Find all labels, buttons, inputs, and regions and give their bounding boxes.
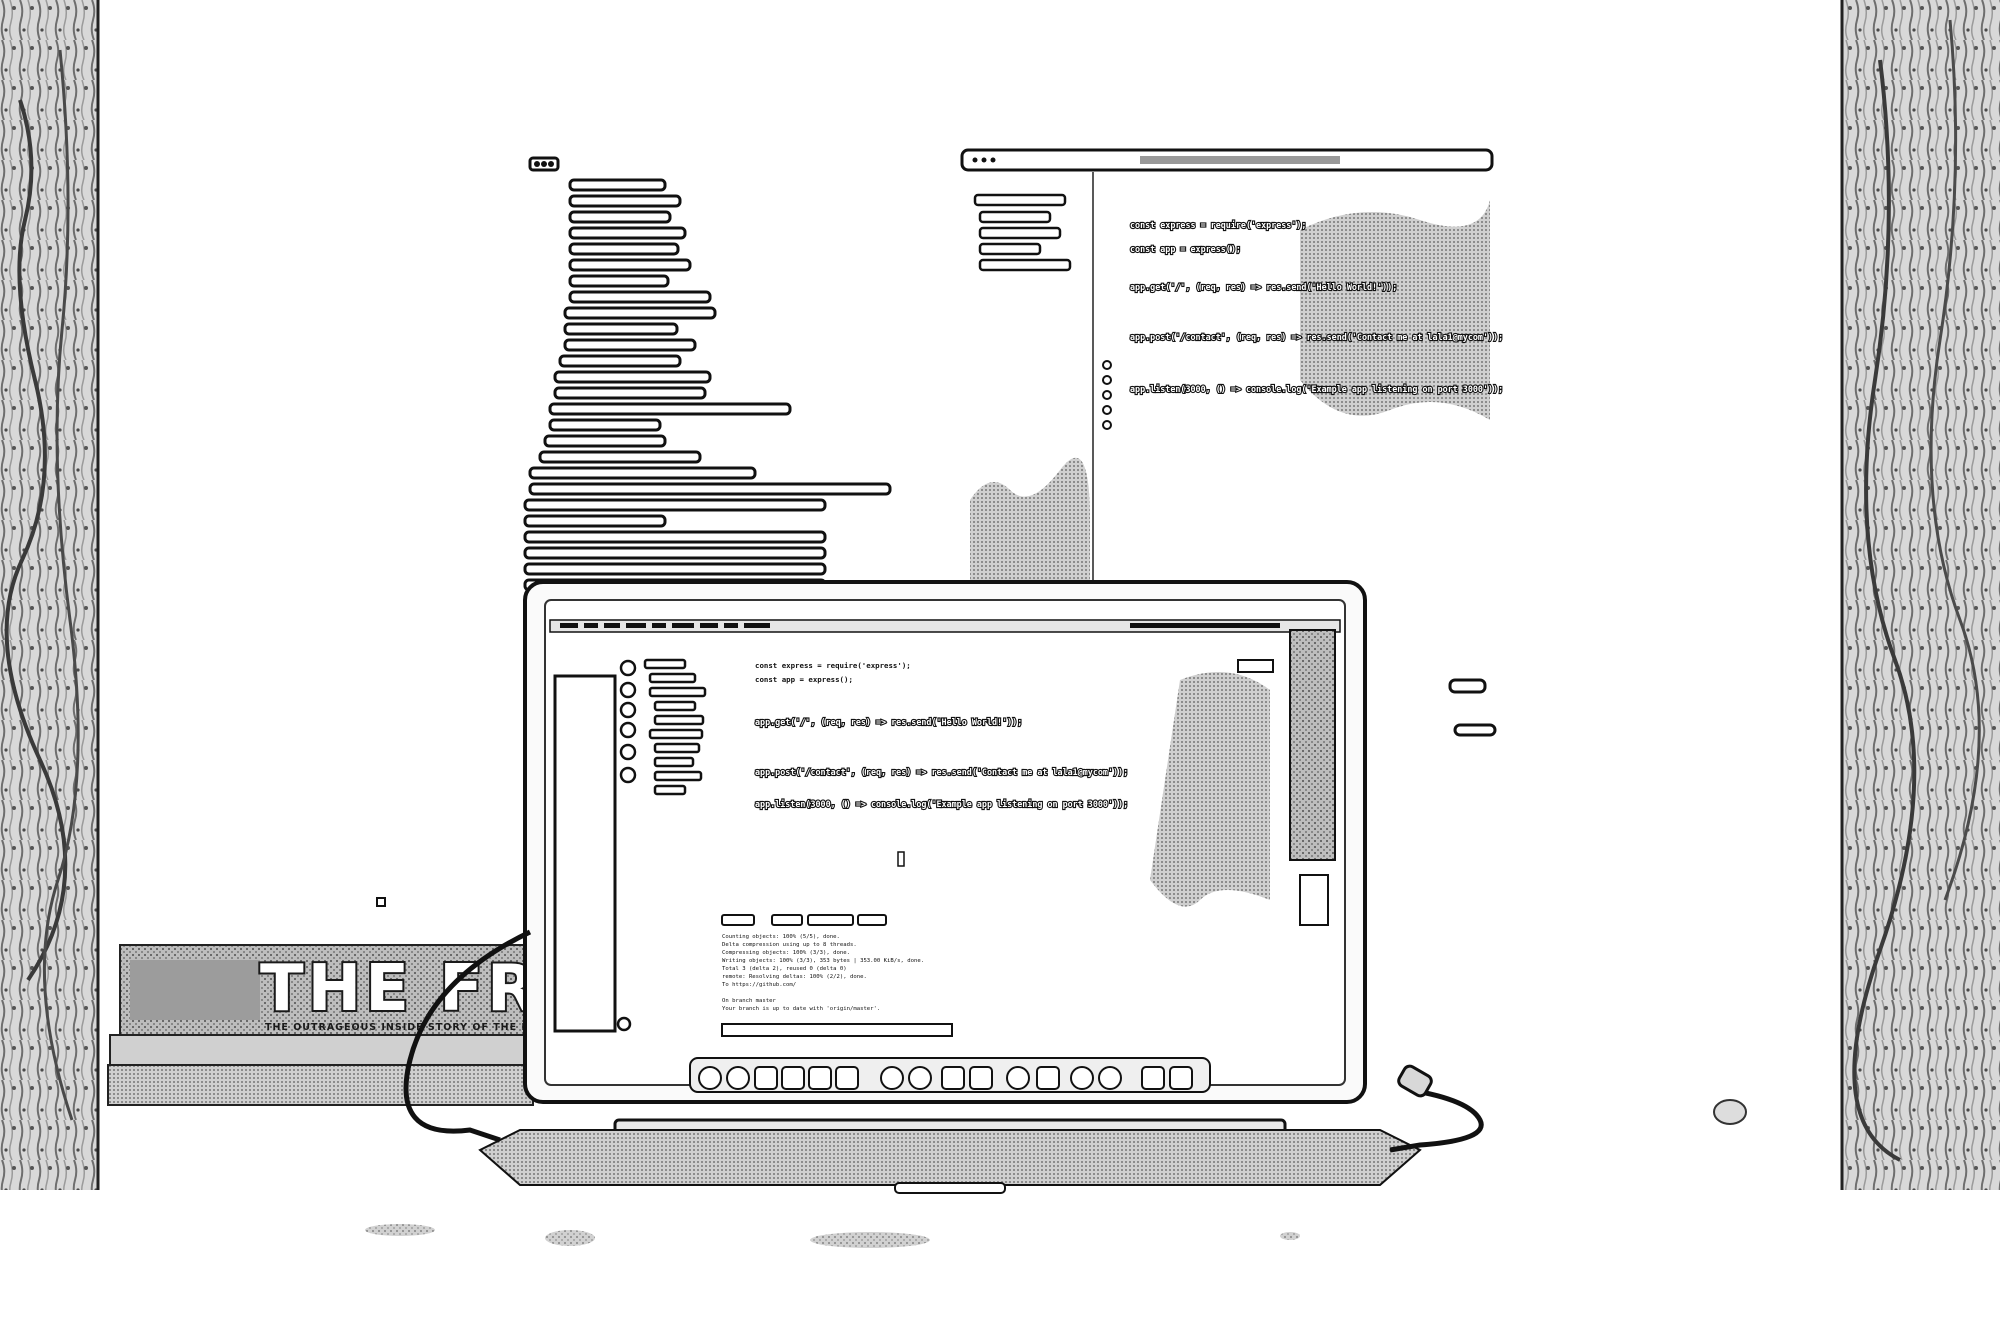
terminal-line-5: Total 3 (delta 2), reused 0 (delta 0) — [722, 966, 847, 972]
editor-code-line-5: app.listen(3000, () => console.log('Exam… — [1130, 384, 1503, 394]
background-code-column — [523, 156, 892, 592]
editor-code-line-4: app.post('/contact', (req, res) => res.s… — [1130, 332, 1503, 342]
background-editor-window: const express = require('express'); cons… — [960, 148, 1504, 592]
laptop-code-line-3: app.get('/', (req, res) => res.send('Hel… — [755, 717, 1022, 727]
editor-code-line-1: const express = require('express'); — [1130, 220, 1306, 230]
editor-code-line-3: app.get('/', (req, res) => res.send('Hel… — [1130, 282, 1397, 292]
terminal-line-9: Your branch is up to date with 'origin/m… — [722, 1006, 880, 1012]
terminal-pane: Counting objects: 100% (5/5), done. Delt… — [718, 930, 1288, 1050]
terminal-line-7: To https://github.com/ — [722, 982, 796, 988]
desk-scene: const express = require('express'); cons… — [0, 0, 2000, 1248]
laptop-code-line-2: const app = express(); — [755, 675, 853, 684]
terminal-line-3: Compressing objects: 100% (3/3), done. — [722, 950, 850, 956]
right-wood-frame — [1840, 0, 2000, 1190]
laptop-code-line-5: app.listen(3000, () => console.log('Exam… — [755, 799, 1128, 809]
editor-code-line-2: const app = express(); — [1130, 244, 1241, 254]
terminal-input — [721, 1023, 953, 1037]
terminal-line-2: Delta compression using up to 8 threads. — [722, 942, 857, 948]
laptop-code-line-1: const express = require('express'); — [755, 661, 911, 670]
laptop: const express = require('express'); cons… — [478, 580, 1422, 1194]
left-wood-frame — [0, 0, 100, 1190]
text-cursor — [897, 851, 905, 867]
terminal-line-6: remote: Resolving deltas: 100% (2/2), do… — [722, 974, 867, 980]
ide-right-panel — [1289, 629, 1336, 861]
terminal-line-8: On branch master — [722, 998, 777, 1004]
terminal-line-4: Writing objects: 100% (3/3), 353 bytes |… — [722, 958, 924, 964]
ide-sidebar — [553, 674, 617, 1033]
dock — [689, 1057, 1211, 1093]
terminal-line-1: Counting objects: 100% (5/5), done. — [722, 934, 840, 940]
laptop-code-line-4: app.post('/contact', (req, res) => res.s… — [755, 767, 1128, 777]
